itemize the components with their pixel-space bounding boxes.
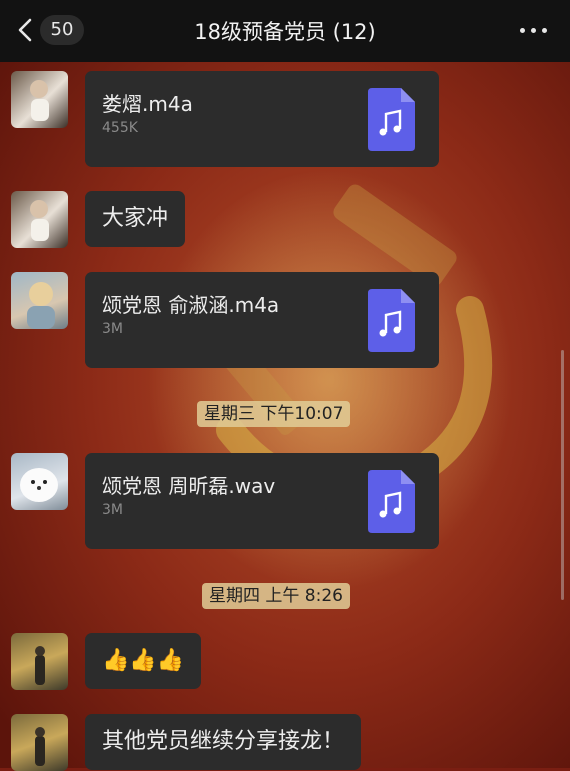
music-file-icon [368, 88, 415, 151]
avatar-user-autumn [35, 727, 45, 766]
avatar[interactable] [11, 71, 68, 128]
avatar[interactable] [11, 633, 68, 690]
file-name: 颂党恩 周昕磊.wav [102, 474, 276, 498]
avatar-user-girl-cat [30, 200, 49, 241]
timestamp: 星期三 下午10:07 [197, 401, 351, 427]
file-name: 娄熠.m4a [102, 92, 193, 116]
avatar-user-autumn [35, 646, 45, 685]
music-file-icon [368, 289, 415, 352]
scrollbar[interactable] [561, 350, 564, 600]
file-message[interactable]: 颂党恩 俞淑涵.m4a 3M [85, 272, 439, 368]
file-message[interactable]: 娄熠.m4a 455K [85, 71, 439, 167]
file-size: 3M [102, 321, 123, 337]
timestamp: 星期四 上午 8:26 [202, 583, 350, 609]
file-name: 颂党恩 俞淑涵.m4a [102, 293, 280, 317]
chat-header: 50 18级预备党员 (12) [0, 0, 570, 62]
chat-title: 18级预备党员 (12) [194, 20, 376, 44]
avatar-user-blonde [27, 282, 55, 329]
text-message[interactable]: 其他党员继续分享接龙！ [85, 714, 362, 770]
music-file-icon [368, 470, 415, 533]
avatar[interactable] [11, 714, 68, 771]
more-dots-icon[interactable] [520, 20, 550, 40]
avatar-user-girl-cat [30, 80, 49, 121]
file-size: 3M [102, 502, 123, 518]
file-size: 455K [102, 120, 138, 136]
file-message[interactable]: 颂党恩 周昕磊.wav 3M [85, 453, 439, 549]
avatar-user-dog [20, 468, 58, 502]
text-message[interactable]: 👍👍👍 [85, 633, 202, 689]
text-message[interactable]: 大家冲 [85, 191, 186, 247]
avatar[interactable] [11, 191, 68, 248]
avatar[interactable] [11, 272, 68, 329]
avatar[interactable] [11, 453, 68, 510]
